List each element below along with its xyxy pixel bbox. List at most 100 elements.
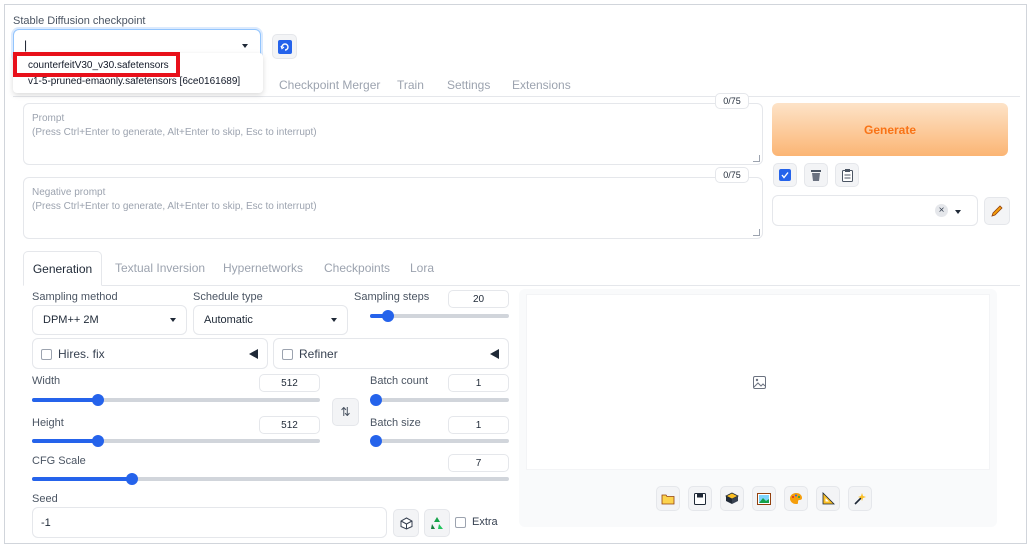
refiner-checkbox[interactable]	[282, 349, 293, 360]
sampling-steps-slider[interactable]	[370, 310, 509, 322]
schedule-type-select[interactable]: Automatic	[193, 305, 348, 335]
checkpoint-label: Stable Diffusion checkpoint	[13, 15, 146, 27]
save-icon	[694, 492, 706, 505]
save-button[interactable]	[688, 486, 712, 511]
generate-button[interactable]: Generate	[772, 103, 1008, 156]
tab-generation[interactable]: Generation	[23, 251, 102, 286]
cfg-scale-slider[interactable]	[32, 473, 509, 485]
refiner-accordion[interactable]: Refiner	[273, 338, 509, 369]
collapse-arrow-icon[interactable]	[249, 349, 258, 359]
trash-icon	[811, 169, 821, 181]
negative-prompt-placeholder: (Press Ctrl+Enter to generate, Alt+Enter…	[32, 201, 317, 212]
swap-dimensions-button[interactable]: ⇅	[332, 398, 359, 426]
interrupt-button[interactable]	[848, 486, 872, 511]
height-input[interactable]: 512	[259, 416, 320, 434]
slider-thumb[interactable]	[92, 435, 105, 447]
chevron-down-icon[interactable]	[955, 210, 961, 214]
negative-prompt-token-counter: 0/75	[715, 167, 749, 183]
reuse-seed-button[interactable]	[424, 509, 450, 537]
chevron-down-icon[interactable]	[242, 44, 248, 48]
sampling-method-select[interactable]: DPM++ 2M	[32, 305, 187, 335]
cfg-scale-label: CFG Scale	[32, 455, 86, 467]
negative-prompt-label: Negative prompt	[32, 187, 106, 198]
height-label: Height	[32, 417, 64, 429]
edit-styles-button[interactable]	[984, 197, 1010, 225]
tab-lora[interactable]: Lora	[410, 261, 434, 275]
tab-textual-inversion[interactable]: Textual Inversion	[115, 261, 205, 275]
paste-button[interactable]	[835, 163, 859, 187]
height-slider[interactable]	[32, 435, 320, 447]
tab-hypernetworks[interactable]: Hypernetworks	[223, 261, 303, 275]
checkpoint-input-value: |	[24, 38, 28, 52]
batch-size-input[interactable]: 1	[448, 416, 509, 434]
send-to-extras-button[interactable]	[816, 486, 840, 511]
open-folder-button[interactable]	[656, 486, 680, 511]
hires-fix-checkbox[interactable]	[41, 349, 52, 360]
highlight-box	[13, 52, 180, 77]
cfg-scale-input[interactable]: 7	[448, 454, 509, 472]
slider-fill	[32, 398, 99, 402]
refresh-checkpoint-button[interactable]	[272, 34, 297, 59]
random-seed-button[interactable]	[393, 509, 419, 537]
swap-arrows-icon: ⇅	[340, 405, 351, 419]
apply-styles-button[interactable]	[773, 163, 797, 187]
seed-value: -1	[41, 517, 51, 529]
clear-icon[interactable]: ×	[935, 204, 948, 217]
prompt-textarea[interactable]: Prompt (Press Ctrl+Enter to generate, Al…	[23, 103, 763, 165]
slider-fill	[32, 477, 133, 481]
collapse-arrow-icon[interactable]	[490, 349, 499, 359]
tab-checkpoint-merger[interactable]: Checkpoint Merger	[279, 78, 380, 92]
tab-train[interactable]: Train	[397, 78, 424, 92]
output-image-area	[526, 294, 990, 470]
slider-thumb[interactable]	[370, 394, 382, 406]
zip-button[interactable]	[720, 486, 744, 511]
styles-select[interactable]: ×	[772, 195, 978, 226]
hires-fix-accordion[interactable]: Hires. fix	[32, 338, 268, 369]
send-to-img2img-button[interactable]	[752, 486, 776, 511]
slider-thumb[interactable]	[126, 473, 139, 485]
tab-settings[interactable]: Settings	[447, 78, 490, 92]
seed-label: Seed	[32, 493, 58, 505]
tab-checkpoints[interactable]: Checkpoints	[324, 261, 390, 275]
sampling-steps-label: Sampling steps	[354, 291, 430, 303]
batch-count-slider[interactable]	[370, 394, 509, 406]
slider-thumb[interactable]	[382, 310, 395, 322]
batch-size-slider[interactable]	[370, 435, 509, 447]
resize-handle[interactable]	[753, 155, 760, 162]
slider-fill	[32, 439, 99, 443]
slider-thumb[interactable]	[370, 435, 382, 447]
triangle-ruler-icon	[822, 492, 835, 505]
negative-prompt-textarea[interactable]: Negative prompt (Press Ctrl+Enter to gen…	[23, 177, 763, 239]
extra-checkbox[interactable]	[455, 517, 466, 528]
seed-input[interactable]: -1	[32, 507, 387, 538]
checkpoint-option-label: v1-5-pruned-emaonly.safetensors [6ce0161…	[28, 76, 241, 87]
batch-count-label: Batch count	[370, 375, 429, 387]
clear-prompt-button[interactable]	[804, 163, 828, 187]
chevron-down-icon	[170, 318, 176, 322]
send-to-inpaint-button[interactable]	[784, 486, 808, 511]
clipboard-icon	[841, 168, 853, 182]
palette-icon	[790, 493, 802, 504]
image-placeholder-icon	[753, 376, 766, 389]
batch-size-label: Batch size	[370, 417, 421, 429]
output-panel	[519, 289, 997, 527]
dice-icon	[400, 516, 412, 530]
width-slider[interactable]	[32, 394, 320, 406]
sampling-steps-input[interactable]: 20	[448, 290, 509, 308]
checkbox-icon	[779, 169, 791, 181]
slider-thumb[interactable]	[92, 394, 105, 406]
tab-extensions[interactable]: Extensions	[512, 78, 571, 92]
width-input[interactable]: 512	[259, 374, 320, 392]
refresh-icon	[277, 39, 292, 54]
picture-icon	[757, 492, 771, 505]
schedule-type-label: Schedule type	[193, 291, 263, 303]
hires-fix-label: Hires. fix	[58, 347, 105, 361]
app-window: Stable Diffusion checkpoint | counterfei…	[4, 4, 1027, 544]
batch-count-input[interactable]: 1	[448, 374, 509, 392]
recycle-icon	[431, 517, 443, 529]
refiner-label: Refiner	[299, 347, 338, 361]
schedule-type-value: Automatic	[204, 314, 253, 326]
sparkle-icon	[854, 492, 866, 505]
resize-handle[interactable]	[753, 229, 760, 236]
subtab-divider	[23, 285, 1020, 286]
